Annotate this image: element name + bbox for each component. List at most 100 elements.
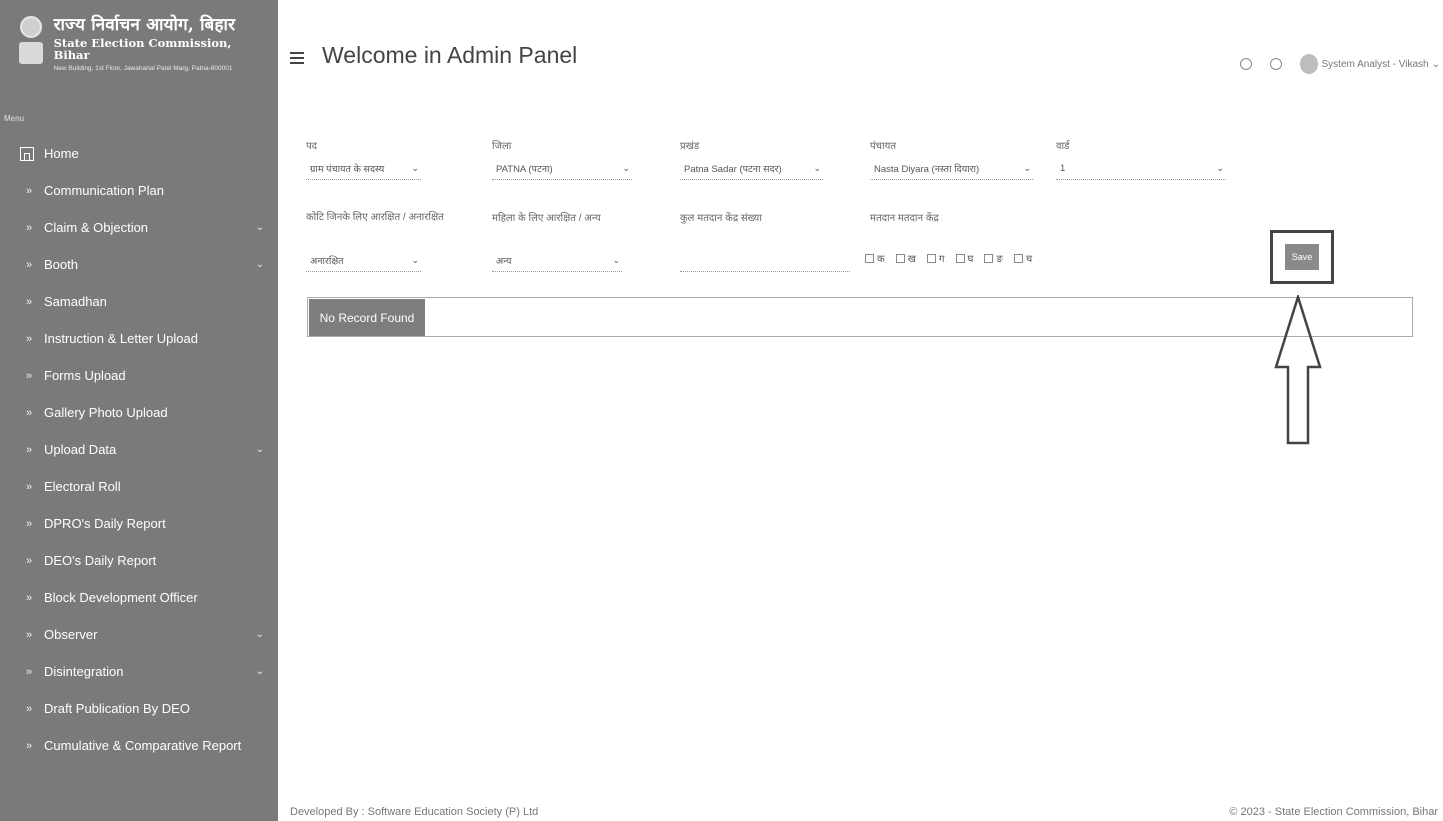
filter-category-select[interactable]: अनारक्षित ⌄ bbox=[306, 250, 421, 272]
sidebar-item-label: Samadhan bbox=[44, 294, 107, 309]
filter-booth-type-label: मतदान मतदान केंद्र bbox=[870, 213, 939, 224]
filter-category: कोटि जिनके लिए आरक्षित / अनारक्षित अनारक… bbox=[306, 210, 466, 272]
filter-total-booths-label: कुल मतदान केंद्र संख्या bbox=[680, 213, 762, 224]
sidebar-item-label: Forms Upload bbox=[44, 368, 126, 383]
chevron-down-icon: ⌄ bbox=[255, 444, 264, 455]
sidebar-item-draft-publication-by-deo[interactable]: » Draft Publication By DEO bbox=[0, 690, 278, 727]
sidebar-item-forms-upload[interactable]: » Forms Upload bbox=[0, 357, 278, 394]
save-button-highlight: Save bbox=[1270, 230, 1334, 284]
sidebar-item-block-development-officer[interactable]: » Block Development Officer bbox=[0, 579, 278, 616]
filter-block: प्रखंड Patna Sadar (पटना सदर) ⌄ bbox=[680, 138, 823, 180]
total-booths-input[interactable] bbox=[680, 250, 850, 272]
sidebar-item-label: Observer bbox=[44, 627, 98, 642]
chevron-down-icon: ⌄ bbox=[1216, 163, 1224, 173]
chevron-down-icon: ⌄ bbox=[255, 629, 264, 640]
sidebar-item-label: Communication Plan bbox=[44, 183, 164, 198]
save-button[interactable]: Save bbox=[1285, 244, 1319, 270]
avatar[interactable] bbox=[1299, 54, 1318, 74]
chevron-down-icon: ⌄ bbox=[255, 222, 264, 233]
filter-women-reserved-select[interactable]: अन्य ⌄ bbox=[492, 250, 622, 272]
filter-women-reserved: महिला के लिए आरक्षित / अन्य अन्य ⌄ bbox=[492, 210, 622, 272]
chevron-right-icon: » bbox=[26, 480, 33, 493]
filter-post: पद ग्राम पंचायत के सदस्य ⌄ bbox=[306, 138, 421, 180]
checkbox-ga[interactable]: ग bbox=[926, 251, 945, 265]
brand-address: New Building, 1st Floor, Jawaharlal Pate… bbox=[53, 64, 233, 72]
chevron-right-icon: » bbox=[26, 369, 33, 382]
chevron-right-icon: » bbox=[26, 184, 33, 197]
brand-title-hindi: राज्य निर्वाचन आयोग, बिहार bbox=[53, 15, 236, 35]
sidebar-item-label: Electoral Roll bbox=[44, 479, 121, 494]
chevron-right-icon: » bbox=[26, 702, 33, 715]
filter-total-booths: कुल मतदान केंद्र संख्या bbox=[680, 210, 850, 272]
results-panel: No Record Found bbox=[307, 297, 1413, 337]
chevron-right-icon: » bbox=[26, 517, 33, 530]
sidebar-item-communication-plan[interactable]: » Communication Plan bbox=[0, 172, 278, 209]
footer-copyright: © 2023 - State Election Commission, Biha… bbox=[1229, 806, 1438, 818]
checkbox-ka[interactable]: क bbox=[865, 251, 885, 265]
filter-district: जिला PATNA (पटना) ⌄ bbox=[492, 138, 632, 180]
filter-block-value: Patna Sadar (पटना सदर) bbox=[684, 164, 782, 175]
sidebar-item-label: DPRO's Daily Report bbox=[44, 516, 166, 531]
filter-panchayat-value: Nasta Diyara (नस्ता दियारा) bbox=[874, 164, 980, 175]
settings-icon[interactable] bbox=[1269, 58, 1282, 70]
sidebar-item-label: Upload Data bbox=[44, 442, 117, 457]
sidebar-item-samadhan[interactable]: » Samadhan bbox=[0, 283, 278, 320]
home-icon bbox=[20, 146, 34, 161]
user-name[interactable]: System Analyst - Vikash bbox=[1322, 59, 1429, 70]
chevron-right-icon: » bbox=[26, 665, 33, 678]
sidebar-item-gallery-photo-upload[interactable]: » Gallery Photo Upload bbox=[0, 394, 278, 431]
filter-category-label: कोटि जिनके लिए आरक्षित / अनारक्षित bbox=[306, 212, 444, 223]
chevron-right-icon: » bbox=[26, 332, 33, 345]
filter-ward-label: वार्ड bbox=[1056, 141, 1070, 152]
sidebar-item-label: DEO's Daily Report bbox=[44, 553, 157, 568]
filter-block-select[interactable]: Patna Sadar (पटना सदर) ⌄ bbox=[680, 158, 823, 180]
filter-booth-type: मतदान मतदान केंद्र bbox=[870, 210, 939, 224]
sidebar-item-label: Booth bbox=[44, 257, 78, 272]
checkbox-nga[interactable]: ङ bbox=[984, 251, 1003, 265]
footer-developer: Developed By : Software Education Societ… bbox=[290, 806, 539, 818]
checkbox-kha[interactable]: ख bbox=[895, 251, 916, 265]
filter-post-label: पद bbox=[306, 141, 317, 152]
chevron-right-icon: » bbox=[26, 258, 33, 271]
chevron-right-icon: » bbox=[26, 628, 33, 641]
sidebar-item-instruction-letter-upload[interactable]: » Instruction & Letter Upload bbox=[0, 320, 278, 357]
chevron-down-icon: ⌄ bbox=[255, 259, 264, 270]
chevron-down-icon: ⌄ bbox=[622, 163, 630, 173]
sidebar-item-dpro-s-daily-report[interactable]: » DPRO's Daily Report bbox=[0, 505, 278, 542]
chevron-down-icon: ⌄ bbox=[1023, 163, 1031, 173]
user-area: System Analyst - Vikash ⌄ bbox=[1239, 54, 1440, 74]
sidebar-item-claim-objection[interactable]: » Claim & Objection ⌄ bbox=[0, 209, 278, 246]
chevron-right-icon: » bbox=[26, 295, 33, 308]
chevron-down-icon: ⌄ bbox=[411, 255, 419, 265]
brand-title-english: State Election Commission, Bihar bbox=[53, 35, 232, 63]
checkbox-cha[interactable]: च bbox=[1013, 251, 1032, 265]
notification-icon[interactable] bbox=[1239, 58, 1252, 70]
sidebar-item-label: Block Development Officer bbox=[44, 590, 198, 605]
filter-ward-select[interactable]: 1 ⌄ bbox=[1056, 158, 1226, 180]
sidebar-item-observer[interactable]: » Observer ⌄ bbox=[0, 616, 278, 653]
sidebar-item-label: Home bbox=[44, 146, 79, 161]
sidebar-item-cumulative-comparative-report[interactable]: » Cumulative & Comparative Report bbox=[0, 727, 278, 764]
chevron-right-icon: » bbox=[26, 591, 33, 604]
checkbox-gha[interactable]: घ bbox=[955, 251, 973, 265]
filter-district-select[interactable]: PATNA (पटना) ⌄ bbox=[492, 158, 632, 180]
sidebar-item-deo-s-daily-report[interactable]: » DEO's Daily Report bbox=[0, 542, 278, 579]
sidebar-item-electoral-roll[interactable]: » Electoral Roll bbox=[0, 468, 278, 505]
chevron-right-icon: » bbox=[26, 406, 33, 419]
filter-panchayat: पंचायत Nasta Diyara (नस्ता दियारा) ⌄ bbox=[870, 138, 1033, 180]
sidebar-item-booth[interactable]: » Booth ⌄ bbox=[0, 246, 278, 283]
filter-panchayat-select[interactable]: Nasta Diyara (नस्ता दियारा) ⌄ bbox=[870, 158, 1033, 180]
filter-district-label: जिला bbox=[492, 141, 512, 152]
page-title: Welcome in Admin Panel bbox=[322, 42, 578, 68]
chevron-down-icon: ⌄ bbox=[255, 666, 264, 677]
sidebar-item-label: Instruction & Letter Upload bbox=[44, 331, 198, 346]
chevron-down-icon[interactable]: ⌄ bbox=[1432, 59, 1440, 70]
sidebar-item-upload-data[interactable]: » Upload Data ⌄ bbox=[0, 431, 278, 468]
brand: राज्य निर्वाचन आयोग, बिहार State Electio… bbox=[0, 0, 278, 90]
filter-block-label: प्रखंड bbox=[680, 141, 700, 152]
sidebar-item-disintegration[interactable]: » Disintegration ⌄ bbox=[0, 653, 278, 690]
sidebar-item-home[interactable]: Home bbox=[0, 135, 278, 172]
hamburger-menu-icon[interactable] bbox=[290, 52, 304, 64]
filter-post-select[interactable]: ग्राम पंचायत के सदस्य ⌄ bbox=[306, 158, 421, 180]
no-record-badge: No Record Found bbox=[309, 299, 425, 336]
